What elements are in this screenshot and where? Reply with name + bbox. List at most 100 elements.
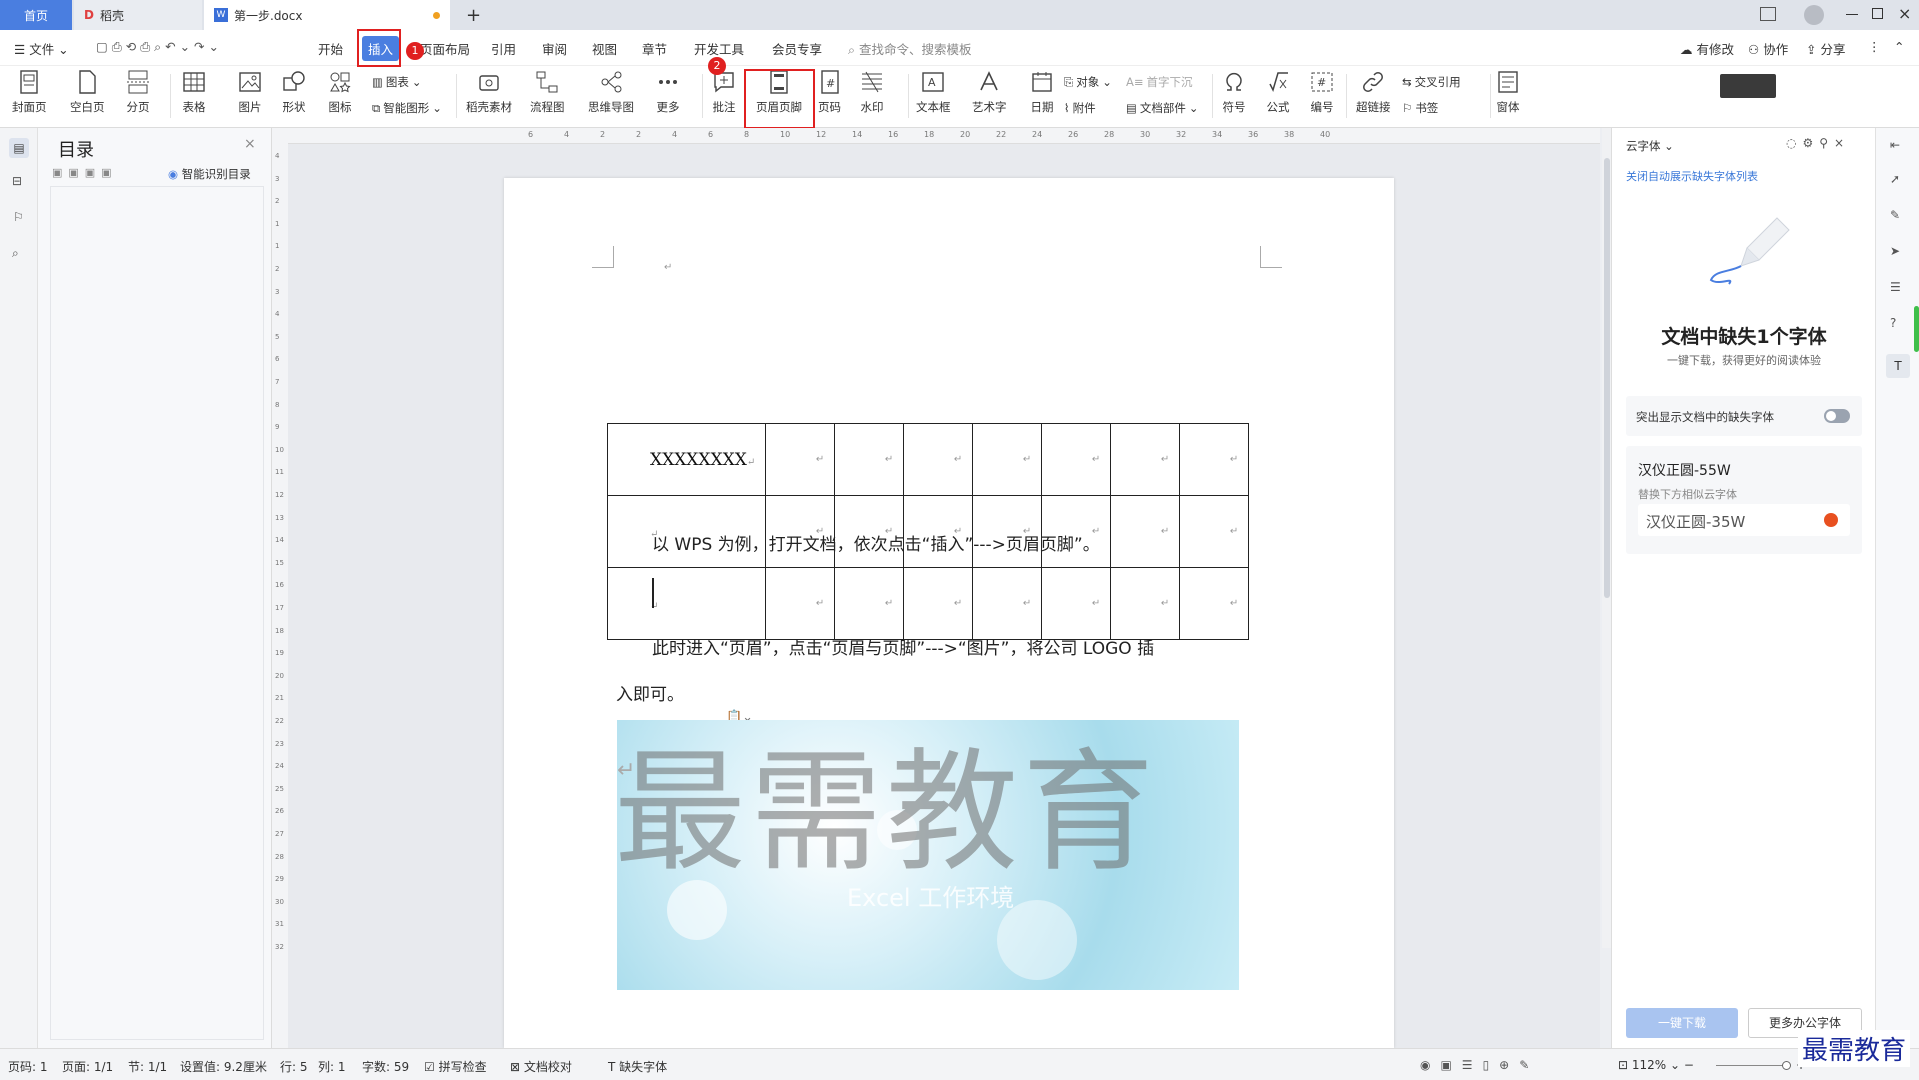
object-button[interactable]: ⎘ 对象 ⌄ [1064, 74, 1112, 90]
new-tab-button[interactable]: + [456, 0, 491, 30]
table-cell[interactable]: ↵ [1110, 567, 1181, 640]
date-button[interactable]: 日期 [1030, 70, 1054, 115]
collapse-icon[interactable]: ⇤ [1890, 138, 1900, 152]
tab-document[interactable]: W 第一步.docx [204, 0, 450, 30]
bookmark-nav-icon[interactable]: ⚐ [13, 210, 24, 224]
close-window-icon[interactable]: × [1898, 4, 1911, 23]
menu-chapter[interactable]: 章节 [642, 39, 667, 58]
symbol-button[interactable]: 符号 [1222, 70, 1246, 115]
watermark-button[interactable]: 水印 [860, 70, 884, 115]
smartart-button[interactable]: ⧉ 智能图形 ⌄ [372, 100, 442, 116]
missing-font-button[interactable]: T 缺失字体 [608, 1058, 667, 1075]
table-cell[interactable]: ↵ [834, 423, 905, 496]
menu-developer[interactable]: 开发工具 [694, 39, 744, 58]
help-icon[interactable]: ? [1890, 316, 1896, 330]
sliders-icon[interactable]: ☰ [1890, 280, 1901, 294]
toc-level-controls[interactable]: ▣▣▣▣ [52, 166, 118, 179]
cover-page-button[interactable]: 封面页 [12, 70, 47, 115]
more-button[interactable]: 更多 [656, 70, 680, 115]
daoke-material-button[interactable]: 稻壳素材 [466, 70, 512, 115]
tab-daoke[interactable]: D 稻壳 [74, 0, 202, 30]
tab-home[interactable]: 首页 [0, 0, 72, 30]
close-toc-icon[interactable]: × [244, 136, 256, 152]
menu-member[interactable]: 会员专享 [772, 39, 822, 58]
scrollbar-thumb[interactable] [1604, 158, 1610, 598]
menu-start[interactable]: 开始 [318, 39, 343, 58]
spell-check-button[interactable]: ☑ 拼写检查 [424, 1058, 487, 1075]
table-cell[interactable]: ↵ [765, 567, 836, 640]
find-icon[interactable]: ⌕ [12, 246, 19, 261]
avatar[interactable] [1804, 5, 1824, 25]
navigation-icon[interactable]: ⊟ [12, 174, 22, 188]
paragraph-2b[interactable]: 入即可。 [616, 680, 684, 705]
smart-toc-button[interactable]: ◉ 智能识别目录 [168, 166, 251, 182]
replacement-font-option[interactable]: 汉仪正圆-35W [1638, 504, 1850, 536]
icon-button[interactable]: 图标 [328, 70, 352, 115]
numbering-button[interactable]: # 编号 [1310, 70, 1334, 115]
cloud-font-tab[interactable]: 云字体 ⌄ [1626, 138, 1674, 154]
table-cell[interactable]: ↵ [1110, 423, 1181, 496]
table-cell[interactable]: ↵ [606, 567, 767, 640]
zoom-slider-thumb[interactable] [1782, 1061, 1791, 1070]
table-cell[interactable]: ↵ [1110, 495, 1181, 568]
chart-button[interactable]: ▥ 图表 ⌄ [372, 74, 422, 90]
file-menu[interactable]: ☰ 文件 ⌄ [14, 39, 69, 58]
vip-download-icon[interactable] [1824, 513, 1838, 527]
highlight-missing-toggle[interactable] [1824, 409, 1850, 423]
cross-reference-button[interactable]: ⇆ 交叉引用 [1402, 74, 1461, 90]
collapse-ribbon-icon[interactable]: ⌃ [1894, 39, 1904, 54]
doc-proof-button[interactable]: ⊠ 文档校对 [510, 1058, 572, 1075]
modified-button[interactable]: ☁ 有修改 [1680, 39, 1734, 58]
menu-reference[interactable]: 引用 [491, 39, 516, 58]
menu-review[interactable]: 审阅 [542, 39, 567, 58]
panel-actions[interactable]: ◌⚙⚲× [1786, 136, 1850, 150]
table-cell[interactable]: ↵ [765, 423, 836, 496]
zoom-control[interactable]: ⊡ 112% ⌄ − [1618, 1058, 1694, 1072]
document-canvas[interactable]: 6 4 2 2 4 6 8 10 12 14 16 18 20 22 24 26 28 30 32 34 36 38 40 … [288, 128, 1612, 1048]
bookmark-button[interactable]: ⚐ 书签 [1402, 100, 1438, 116]
form-window-button[interactable]: 窗体 [1496, 70, 1520, 115]
rocket-icon[interactable]: ➚ [1890, 172, 1900, 186]
formula-button[interactable]: 公式 [1266, 70, 1290, 115]
quick-access-toolbar[interactable]: ▢ ⎙ ⟲ ⎙ ⌕ ↶ ⌄ ↷ ⌄ [96, 39, 219, 55]
flowchart-button[interactable]: 流程图 [530, 70, 565, 115]
collaborate-button[interactable]: ⚇ 协作 [1748, 39, 1788, 58]
table-cell[interactable]: ↵ [1179, 423, 1250, 496]
mindmap-button[interactable]: 思维导图 [588, 70, 634, 115]
attachment-button[interactable]: ⌇ 附件 [1064, 100, 1096, 116]
minimize-icon[interactable] [1846, 14, 1858, 15]
zoom-slider[interactable] [1716, 1061, 1791, 1070]
table-cell[interactable]: ↵ [834, 567, 905, 640]
toc-icon[interactable]: ▤ [9, 138, 29, 158]
table-cell[interactable]: ↵ [1179, 567, 1250, 640]
table-cell[interactable]: XXXXXXXX↵ [606, 423, 767, 496]
pointer-icon[interactable]: ➤ [1890, 244, 1900, 258]
restore-icon[interactable] [1872, 8, 1883, 19]
table-cell[interactable]: ↵ [903, 423, 974, 496]
blank-page-button[interactable]: 空白页 [70, 70, 105, 115]
pen-icon[interactable]: ✎ [1890, 208, 1900, 222]
shape-button[interactable]: 形状 [282, 70, 306, 115]
table-cell[interactable]: ↵ [972, 423, 1043, 496]
comment-button[interactable]: 批注 [712, 70, 736, 115]
more-menu-icon[interactable]: ⋮ [1868, 39, 1881, 54]
paragraph-2a[interactable]: 此时进入“页眉”，点击“页眉与页脚”--->“图片”，将公司 LOGO 插 [652, 634, 1154, 659]
document-page[interactable]: ↵ XXXXXXXX↵ ↵ ↵ ↵ ↵ ↵ ↵ ↵ ↵ ↵ ↵ ↵ ↵ ↵ ↵ ↵ ↵ ↵ ↵ ↵ ↵ ↵ ↵ ↵ … [504, 178, 1394, 1048]
menu-page-layout[interactable]: 页面布局 [420, 39, 470, 58]
table-cell[interactable]: ↵ [1041, 567, 1112, 640]
page-break-button[interactable]: 分页 [126, 70, 150, 115]
share-button[interactable]: ⇪ 分享 [1806, 39, 1845, 58]
doc-part-button[interactable]: ▤ 文档部件 ⌄ [1126, 100, 1199, 116]
layout-icon[interactable] [1760, 7, 1776, 21]
hyperlink-button[interactable]: 超链接 [1356, 70, 1391, 115]
table-cell[interactable]: ↵ [972, 567, 1043, 640]
textbox-button[interactable]: A 文本框 [916, 70, 951, 115]
table-cell[interactable]: ↵ [1179, 495, 1250, 568]
paragraph-1[interactable]: 以 WPS 为例，打开文档，依次点击“插入”--->页眉页脚”。 [652, 530, 1100, 555]
table-button[interactable]: 表格 [182, 70, 206, 115]
close-auto-show-link[interactable]: 关闭自动展示缺失字体列表 [1626, 168, 1758, 184]
command-search[interactable]: ⌕ 查找命令、搜索模板 [848, 39, 972, 58]
picture-button[interactable]: 图片 [238, 70, 262, 115]
view-mode-icons[interactable]: ◉▣☰▯⊕✎ [1420, 1058, 1539, 1072]
cloud-font-icon[interactable]: T [1886, 354, 1910, 378]
